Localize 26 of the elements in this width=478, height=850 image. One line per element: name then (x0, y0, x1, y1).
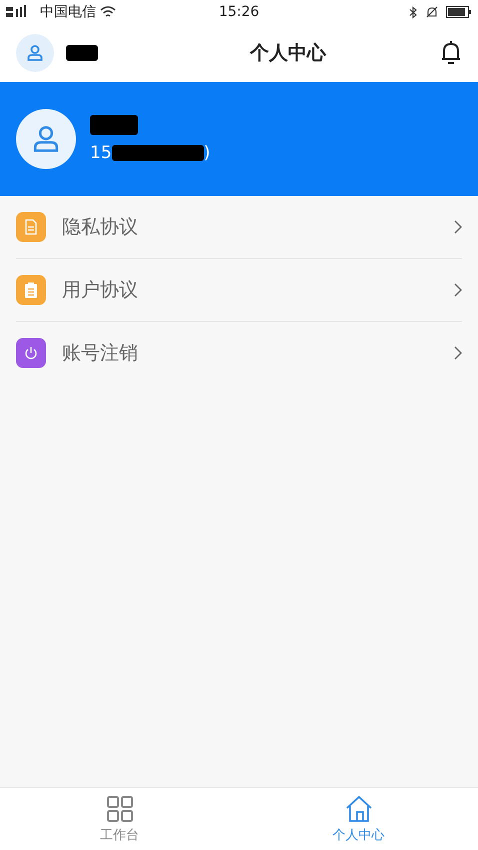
menu-item[interactable]: 隐私协议 (16, 196, 462, 259)
home-icon (344, 794, 372, 822)
redaction-mark (66, 45, 98, 61)
chevron-right-icon (454, 346, 462, 360)
wifi-icon (100, 6, 116, 18)
phone-number: 15 (90, 143, 112, 163)
tab[interactable]: 工作台 (0, 788, 239, 850)
menu-item[interactable]: 用户协议 (16, 259, 462, 322)
clock-time: 15:26 (218, 4, 260, 20)
menu-label: 用户协议 (62, 278, 139, 303)
phone-number: ) (204, 143, 210, 163)
menu-label: 隐私协议 (62, 215, 139, 240)
bell-icon[interactable] (440, 40, 462, 66)
menu-item[interactable]: 账号注销 (16, 322, 462, 384)
chevron-right-icon (454, 220, 462, 234)
carrier-name: 中国电信 (40, 3, 96, 21)
battery-icon (446, 6, 472, 18)
redaction-mark (90, 115, 138, 135)
avatar[interactable] (16, 34, 54, 72)
tab[interactable]: 个人中心 (239, 788, 478, 850)
grid-icon (106, 794, 134, 822)
bell-muted-icon (426, 6, 438, 18)
bluetooth-icon (408, 6, 418, 18)
chevron-right-icon (454, 283, 462, 297)
page-title: 个人中心 (250, 41, 326, 66)
menu-label: 账号注销 (62, 341, 139, 366)
